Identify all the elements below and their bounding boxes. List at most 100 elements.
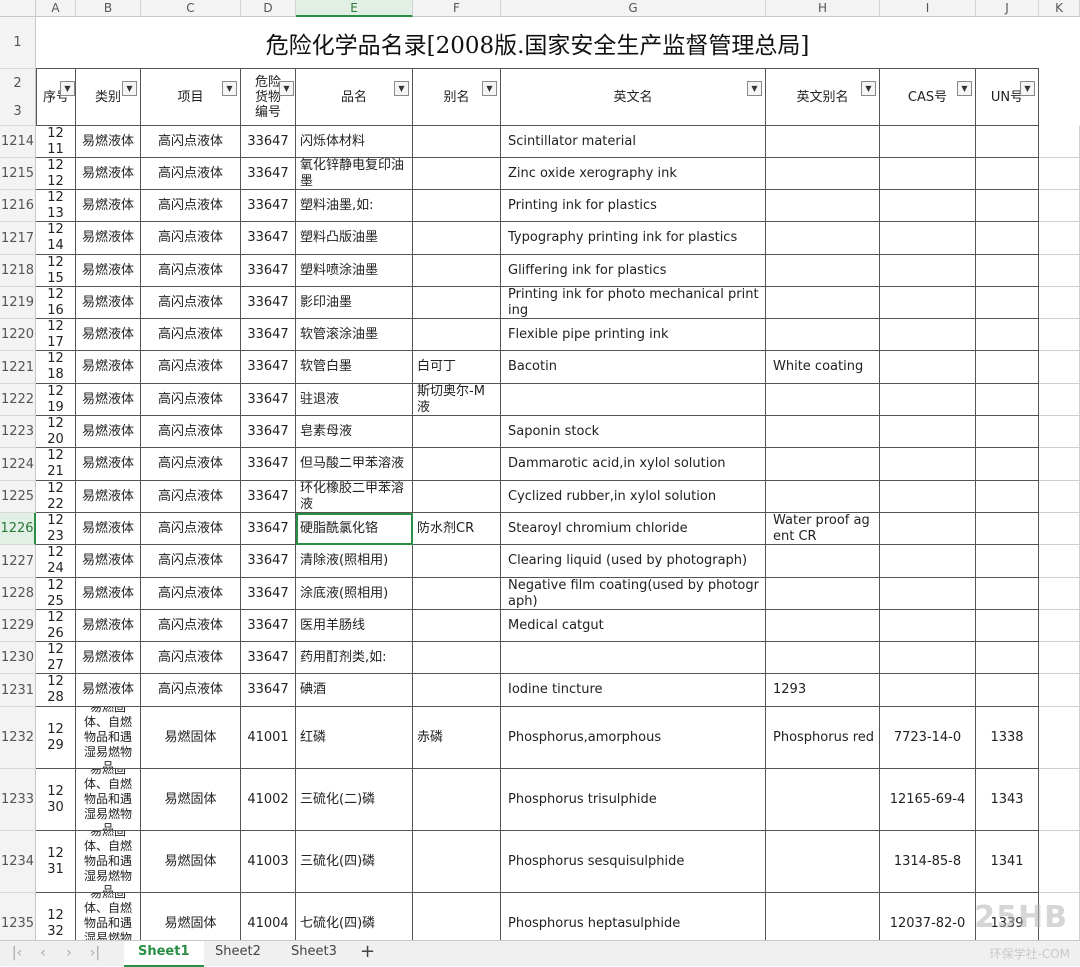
table-cell[interactable] <box>766 255 880 287</box>
table-cell[interactable]: 高闪点液体 <box>141 642 241 674</box>
table-cell[interactable]: 41003 <box>241 831 296 893</box>
table-cell[interactable] <box>880 351 976 384</box>
table-cell[interactable]: 41001 <box>241 707 296 769</box>
filter-dropdown-icon[interactable]: ▼ <box>1020 81 1035 96</box>
filter-dropdown-icon[interactable]: ▼ <box>222 81 237 96</box>
table-cell[interactable]: Iodine tincture <box>501 674 766 707</box>
table-cell[interactable]: 氧化锌静电复印油墨 <box>296 158 413 190</box>
table-cell[interactable]: 易燃固体 <box>141 769 241 831</box>
table-cell[interactable]: 易燃液体 <box>76 319 141 351</box>
filter-dropdown-icon[interactable]: ▼ <box>60 81 75 96</box>
table-cell[interactable]: 高闪点液体 <box>141 287 241 319</box>
table-cell[interactable]: Medical catgut <box>501 610 766 642</box>
table-cell[interactable] <box>976 222 1039 255</box>
table-cell[interactable] <box>880 319 976 351</box>
table-cell[interactable] <box>413 610 501 642</box>
table-cell[interactable]: 33647 <box>241 481 296 513</box>
table-cell[interactable] <box>766 769 880 831</box>
table-cell[interactable] <box>413 642 501 674</box>
filter-dropdown-icon[interactable]: ▼ <box>747 81 762 96</box>
table-cell[interactable] <box>1039 831 1080 893</box>
table-cell[interactable]: 高闪点液体 <box>141 351 241 384</box>
table-cell[interactable]: 高闪点液体 <box>141 255 241 287</box>
table-cell[interactable]: 高闪点液体 <box>141 384 241 416</box>
table-cell[interactable]: 33647 <box>241 578 296 610</box>
row-header[interactable]: 1214 <box>0 126 36 158</box>
select-all-corner[interactable] <box>0 0 36 17</box>
table-cell[interactable] <box>976 674 1039 707</box>
table-cell[interactable]: 易燃液体 <box>76 222 141 255</box>
table-cell[interactable] <box>766 222 880 255</box>
table-cell[interactable]: Phosphorus red <box>766 707 880 769</box>
table-cell[interactable]: 易燃液体 <box>76 384 141 416</box>
table-cell[interactable]: 1221 <box>36 448 76 481</box>
table-cell[interactable]: 高闪点液体 <box>141 158 241 190</box>
column-header-b[interactable]: B <box>76 0 141 17</box>
sheet-title[interactable]: 危险化学品名录[2008版.国家安全生产监督管理总局] <box>36 17 1039 69</box>
table-cell[interactable] <box>766 448 880 481</box>
table-cell[interactable]: 高闪点液体 <box>141 545 241 578</box>
table-cell[interactable]: Phosphorus sesquisulphide <box>501 831 766 893</box>
table-cell[interactable] <box>1039 769 1080 831</box>
table-cell[interactable] <box>1039 448 1080 481</box>
table-cell[interactable] <box>766 190 880 222</box>
row-header[interactable]: 1232 <box>0 707 36 769</box>
table-cell[interactable]: 1232 <box>36 893 76 940</box>
table-cell[interactable] <box>413 769 501 831</box>
table-cell[interactable]: 清除液(照相用) <box>296 545 413 578</box>
table-cell[interactable]: 1219 <box>36 384 76 416</box>
table-cell[interactable]: 1228 <box>36 674 76 707</box>
row-header[interactable]: 1234 <box>0 831 36 893</box>
row-header[interactable]: 1220 <box>0 319 36 351</box>
table-cell[interactable] <box>413 222 501 255</box>
table-cell[interactable]: 33647 <box>241 513 296 545</box>
table-cell[interactable]: 41002 <box>241 769 296 831</box>
table-cell[interactable]: 33647 <box>241 158 296 190</box>
table-cell[interactable]: 闪烁体材料 <box>296 126 413 158</box>
table-cell[interactable]: Bacotin <box>501 351 766 384</box>
table-cell[interactable] <box>1039 222 1080 255</box>
table-cell[interactable]: 易燃液体 <box>76 416 141 448</box>
table-cell[interactable] <box>880 674 976 707</box>
table-cell[interactable]: Printing ink for plastics <box>501 190 766 222</box>
header-cell[interactable]: 英文名 ▼ <box>501 69 766 126</box>
table-cell[interactable] <box>880 610 976 642</box>
table-cell[interactable]: 33647 <box>241 190 296 222</box>
column-header-e[interactable]: E <box>296 0 413 17</box>
table-cell[interactable]: 1225 <box>36 578 76 610</box>
table-cell[interactable]: Water proof agent CR <box>766 513 880 545</box>
filter-dropdown-icon[interactable]: ▼ <box>394 81 409 96</box>
tab-sheet3[interactable]: Sheet3 <box>277 941 351 965</box>
header-cell[interactable]: 项目 ▼ <box>141 69 241 126</box>
table-cell[interactable] <box>766 319 880 351</box>
table-cell[interactable]: 高闪点液体 <box>141 610 241 642</box>
table-cell[interactable] <box>413 287 501 319</box>
table-cell[interactable]: 易燃液体 <box>76 513 141 545</box>
table-cell[interactable]: Phosphorus,amorphous <box>501 707 766 769</box>
table-cell[interactable]: Typography printing ink for plastics <box>501 222 766 255</box>
table-cell[interactable] <box>766 893 880 940</box>
filter-dropdown-icon[interactable]: ▼ <box>957 81 972 96</box>
table-cell[interactable]: 易燃液体 <box>76 610 141 642</box>
table-cell[interactable]: 1343 <box>976 769 1039 831</box>
table-cell[interactable] <box>880 642 976 674</box>
table-cell[interactable] <box>413 319 501 351</box>
row-header[interactable]: 1222 <box>0 384 36 416</box>
table-cell[interactable]: 1341 <box>976 831 1039 893</box>
table-cell[interactable]: 易燃液体 <box>76 158 141 190</box>
table-cell[interactable] <box>880 448 976 481</box>
row-header[interactable]: 3 <box>0 98 36 126</box>
table-cell[interactable]: 七硫化(四)磷 <box>296 893 413 940</box>
table-cell[interactable] <box>976 255 1039 287</box>
row-header[interactable]: 1218 <box>0 255 36 287</box>
table-cell[interactable] <box>1039 416 1080 448</box>
table-cell[interactable]: 1293 <box>766 674 880 707</box>
column-header-c[interactable]: C <box>141 0 241 17</box>
table-cell[interactable] <box>413 545 501 578</box>
table-cell[interactable] <box>1039 610 1080 642</box>
table-cell[interactable]: 1222 <box>36 481 76 513</box>
table-cell[interactable]: 高闪点液体 <box>141 578 241 610</box>
table-cell[interactable] <box>976 158 1039 190</box>
table-cell[interactable] <box>1039 351 1080 384</box>
table-cell[interactable]: 环化橡胶二甲苯溶液 <box>296 481 413 513</box>
